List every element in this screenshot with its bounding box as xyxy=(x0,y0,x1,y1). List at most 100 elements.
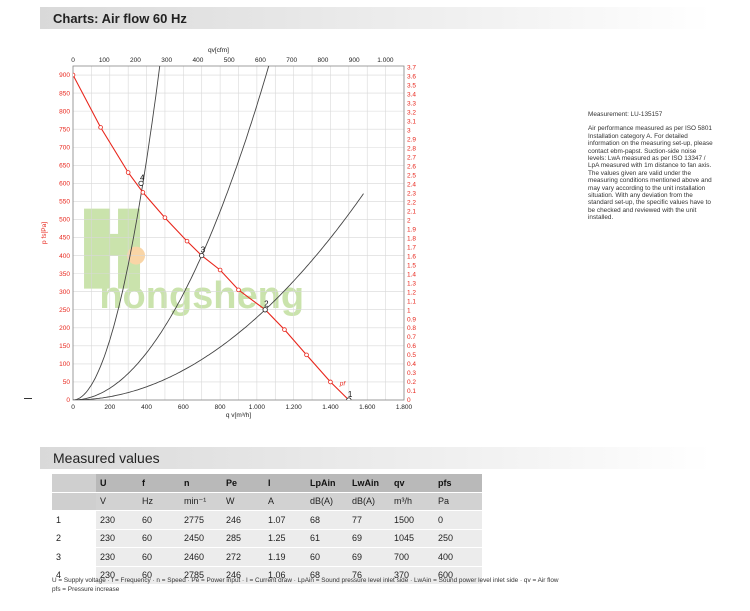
value-cell: 60 xyxy=(138,510,180,530)
y-tick-label-right: 2.6 xyxy=(407,163,416,170)
y-tick-label-right: 0.7 xyxy=(407,334,416,341)
x-tick-label-bottom: 1.600 xyxy=(359,404,376,411)
x-tick-label-bottom: 1.800 xyxy=(396,404,413,411)
y-tick-label-right: 0.5 xyxy=(407,352,416,359)
value-cell: 1045 xyxy=(390,529,434,548)
unit-cell: m³/h xyxy=(390,492,434,511)
y-tick-label-left: 250 xyxy=(59,307,70,314)
y-tick-label-right: 1.8 xyxy=(407,235,416,242)
airflow-chart: hongsheng0 200 400 600 800 1.000 1.200 1.400 1.6… xyxy=(41,47,416,419)
legend-line-2: pfs = Pressure increase xyxy=(52,586,120,593)
y-tick-label-left: 400 xyxy=(59,253,70,260)
fan-curve-marker xyxy=(304,352,309,358)
measurement-description: Air performance measured as per ISO 5801… xyxy=(588,125,713,222)
fan-curve-marker xyxy=(125,170,131,175)
value-cell: 69 xyxy=(348,547,390,567)
y-tick-label-right: 0.9 xyxy=(407,316,416,323)
unit-cell: A xyxy=(264,492,306,511)
y-tick-label-right: 2.5 xyxy=(407,172,416,179)
value-cell: 60 xyxy=(138,547,180,567)
unit-cell: Pa xyxy=(434,492,482,511)
fan-curve-label: pf xyxy=(339,381,347,388)
column-header: LwAin xyxy=(348,474,390,493)
x-tick-label-top: 800 xyxy=(318,57,329,64)
y-tick-label-left: 350 xyxy=(59,271,70,278)
table-units-row: V Hz min⁻¹ W AdB(A) dB(A) m³/h Pa xyxy=(52,492,482,511)
value-cell: 230 xyxy=(96,547,138,567)
value-cell: 2775 xyxy=(180,510,222,530)
table-row: 2 230 60 2450 285 1.25 61 69 1045 250 xyxy=(52,529,482,548)
watermark-logo-bar xyxy=(104,233,127,256)
legend-line-1: U = Supply voltage · f = Frequency · n =… xyxy=(52,577,559,584)
column-header: n xyxy=(180,474,222,493)
value-cell: 230 xyxy=(96,529,138,548)
y-tick-label-left: 200 xyxy=(59,325,70,332)
chart-section-header: Charts: Air flow 60 Hz xyxy=(40,7,712,29)
column-header: qv xyxy=(390,474,434,493)
y-tick-label-left: 700 xyxy=(59,144,70,151)
y-tick-label-right: 0.3 xyxy=(407,370,416,377)
unit-cell: dB(A) xyxy=(306,492,348,511)
y-tick-label-left: 750 xyxy=(59,126,70,133)
x-tick-label-top: 400 xyxy=(193,57,204,64)
x-tick-label-top: 500 xyxy=(224,57,235,64)
value-cell: 230 xyxy=(96,510,138,530)
column-header: LpAin xyxy=(306,474,348,493)
y-tick-label-right: 1.4 xyxy=(407,271,416,278)
y-tick-label-right: 1.5 xyxy=(407,262,416,269)
y-tick-label-right: 3.1 xyxy=(407,118,416,125)
y-tick-label-right: 1 xyxy=(407,307,411,314)
chart-section-title: Charts: Air flow 60 Hz xyxy=(53,11,187,26)
y-tick-label-right: 1.2 xyxy=(407,289,416,296)
x-tick-label-bottom: 400 xyxy=(141,404,152,411)
x-tick-label-bottom: 1.200 xyxy=(286,404,303,411)
x-tick-label-top: 600 xyxy=(255,57,266,64)
x-tick-label-bottom: 200 xyxy=(104,404,115,411)
y-tick-label-left: 850 xyxy=(59,90,70,97)
x-tick-label-top: 100 xyxy=(99,57,110,64)
y-tick-label-left: 450 xyxy=(59,235,70,242)
plot-area xyxy=(73,66,364,400)
fan-curve-marker xyxy=(73,72,76,78)
row-index-cell: 2 xyxy=(52,529,96,548)
abbreviation-legend: U = Supply voltage · f = Frequency · n =… xyxy=(52,576,672,594)
fan-curve-marker xyxy=(217,267,223,273)
value-cell: 285 xyxy=(222,529,264,548)
value-cell: 1.07 xyxy=(264,510,306,530)
value-cell: 60 xyxy=(138,529,180,548)
y-tick-label-left: 300 xyxy=(59,289,70,296)
y-tick-label-right: 3 xyxy=(407,127,411,134)
fan-curve-marker xyxy=(140,190,146,195)
value-cell: 246 xyxy=(222,510,264,530)
fan-curve-marker xyxy=(236,287,241,293)
x-tick-label-bottom: 800 xyxy=(215,404,226,411)
y-tick-label-right: 3.5 xyxy=(407,82,416,89)
operating-point-label: 1 xyxy=(348,390,353,399)
value-cell: 0 xyxy=(434,510,482,530)
operating-point-label: 4 xyxy=(140,173,145,182)
x-tick-label-top: 200 xyxy=(130,57,141,64)
value-cell: 2460 xyxy=(180,547,222,567)
x-tick-label-top: 1.000 xyxy=(377,57,394,64)
value-cell: 68 xyxy=(306,510,348,530)
table-row: 3 230 60 2460 272 1.19 60 69 700 400 xyxy=(52,547,482,567)
y-tick-label-right: 0.4 xyxy=(407,361,416,368)
y-tick-label-right: 2.7 xyxy=(407,154,416,161)
y-tick-label-right: 0.8 xyxy=(407,325,416,332)
y-tick-label-left: 550 xyxy=(59,199,70,206)
x-tick-label-top: 700 xyxy=(286,57,297,64)
y-tick-label-right: 1.9 xyxy=(407,226,416,233)
y-tick-label-right: 2.9 xyxy=(407,136,416,143)
fan-curve-marker xyxy=(162,215,168,220)
value-cell: 700 xyxy=(390,547,434,567)
y-tick-label-right: 0.2 xyxy=(407,379,416,386)
y-tick-label-right: 1.7 xyxy=(407,244,416,251)
y-tick-label-left: 650 xyxy=(59,162,70,169)
value-cell: 1.25 xyxy=(264,529,306,548)
value-cell: 61 xyxy=(306,529,348,548)
y-tick-label-left: 800 xyxy=(59,108,70,115)
y-tick-label-left: 100 xyxy=(59,361,70,368)
table-corner-cell xyxy=(52,474,96,493)
divider-dash xyxy=(24,398,32,399)
y-tick-label-left: 900 xyxy=(59,72,70,79)
